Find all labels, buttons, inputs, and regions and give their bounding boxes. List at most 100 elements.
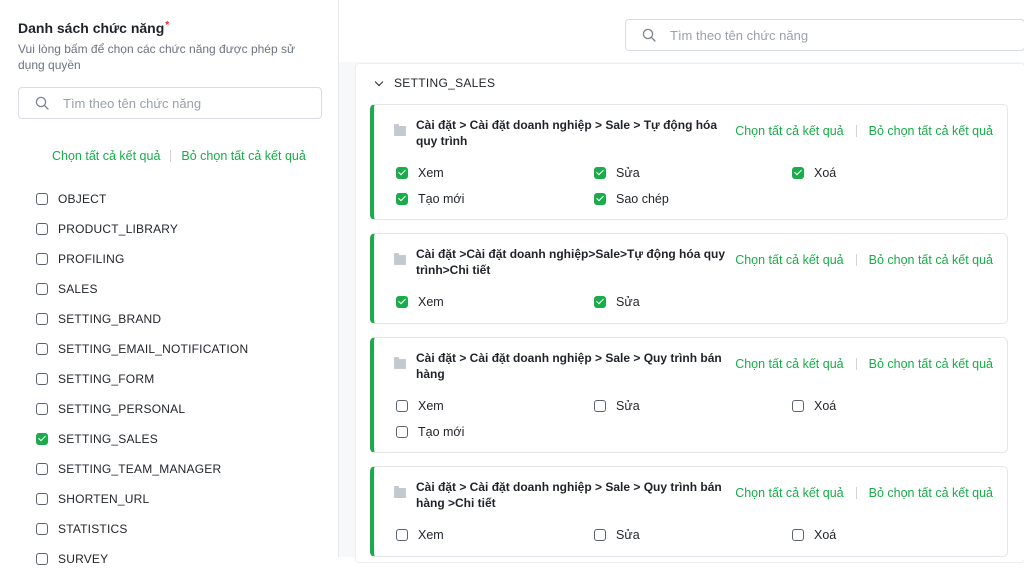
right-search-input[interactable] xyxy=(670,27,989,43)
divider xyxy=(855,254,857,266)
permission-label: Tạo mới xyxy=(418,192,465,206)
function-list: OBJECT PRODUCT_LIBRARY PROFILING SALES SETTI… xyxy=(36,184,248,574)
permission-label: Sửa xyxy=(616,528,640,542)
function-checkbox[interactable] xyxy=(36,403,48,415)
permission-checkbox[interactable] xyxy=(396,167,408,179)
permission-checkbox[interactable] xyxy=(396,296,408,308)
function-list-item[interactable]: SETTING_BRAND xyxy=(36,304,248,334)
permission-checkbox[interactable] xyxy=(396,426,408,438)
permission-label: Xem xyxy=(418,399,444,413)
function-list-panel: Danh sách chức năng* Vui lòng bấm để chọ… xyxy=(0,0,339,566)
permission-option[interactable]: Tạo mới xyxy=(396,192,464,206)
permission-option[interactable]: Sửa xyxy=(594,295,640,309)
permission-checkbox[interactable] xyxy=(594,529,606,541)
permission-checkbox[interactable] xyxy=(594,167,606,179)
folder-icon xyxy=(394,124,406,136)
permission-checkbox[interactable] xyxy=(396,193,408,205)
function-list-item[interactable]: SETTING_PERSONAL xyxy=(36,394,248,424)
permission-option[interactable]: Sao chép xyxy=(594,192,669,206)
card-select-all-link[interactable]: Chọn tất cả kết quả xyxy=(735,253,843,267)
left-search-box[interactable] xyxy=(18,87,322,119)
function-label: SETTING_BRAND xyxy=(58,312,162,326)
permission-option[interactable]: Tạo mới xyxy=(396,425,464,439)
function-list-item[interactable]: SETTING_EMAIL_NOTIFICATION xyxy=(36,334,248,364)
function-checkbox[interactable] xyxy=(36,253,48,265)
card-select-all-link[interactable]: Chọn tất cả kết quả xyxy=(735,357,843,371)
card-select-all-link[interactable]: Chọn tất cả kết quả xyxy=(735,124,843,138)
permission-card: Cài đặt > Cài đặt doanh nghiệp > Sale > … xyxy=(370,104,1008,220)
permission-option[interactable]: Sửa xyxy=(594,399,640,413)
function-list-item[interactable]: PROFILING xyxy=(36,244,248,274)
permission-option[interactable]: Xoá xyxy=(792,528,836,542)
function-checkbox[interactable] xyxy=(36,463,48,475)
permission-checkbox[interactable] xyxy=(396,400,408,412)
function-checkbox[interactable] xyxy=(36,193,48,205)
permission-option[interactable]: Sửa xyxy=(594,166,640,180)
permission-option[interactable]: Xoá xyxy=(792,399,836,413)
chevron-down-icon[interactable] xyxy=(374,77,384,86)
permission-option[interactable]: Xoá xyxy=(792,166,836,180)
right-search-box[interactable] xyxy=(625,19,1024,51)
search-icon xyxy=(35,96,49,110)
function-checkbox[interactable] xyxy=(36,373,48,385)
permission-label: Sao chép xyxy=(616,192,669,206)
left-select-all-link[interactable]: Chọn tất cả kết quả xyxy=(52,149,160,163)
function-checkbox[interactable] xyxy=(36,433,48,445)
permission-option[interactable]: Xem xyxy=(396,399,444,413)
card-deselect-all-link[interactable]: Bỏ chọn tất cả kết quả xyxy=(869,124,993,138)
function-checkbox[interactable] xyxy=(36,313,48,325)
permission-group: SETTING_SALES Cài đặt > Cài đặt doanh ng… xyxy=(355,63,1024,563)
card-select-links: Chọn tất cả kết quả Bỏ chọn tất cả kết qu… xyxy=(735,124,993,138)
group-header[interactable]: SETTING_SALES xyxy=(374,76,495,90)
function-list-item[interactable]: SETTING_FORM xyxy=(36,364,248,394)
permission-card: Cài đặt > Cài đặt doanh nghiệp > Sale > … xyxy=(370,466,1008,557)
function-checkbox[interactable] xyxy=(36,223,48,235)
permission-path: Cài đặt > Cài đặt doanh nghiệp > Sale > … xyxy=(416,480,722,510)
permission-option[interactable]: Xem xyxy=(396,295,444,309)
function-list-item[interactable]: PRODUCT_LIBRARY xyxy=(36,214,248,244)
divider xyxy=(855,125,857,137)
function-label: PRODUCT_LIBRARY xyxy=(58,222,179,236)
permission-label: Tạo mới xyxy=(418,425,465,439)
card-deselect-all-link[interactable]: Bỏ chọn tất cả kết quả xyxy=(869,486,993,500)
permission-option[interactable]: Sửa xyxy=(594,528,640,542)
function-list-item[interactable]: SURVEY xyxy=(36,544,248,574)
left-deselect-all-link[interactable]: Bỏ chọn tất cả kết quả xyxy=(181,149,305,163)
permission-checkbox[interactable] xyxy=(792,167,804,179)
left-search-input[interactable] xyxy=(63,95,305,111)
function-checkbox[interactable] xyxy=(36,523,48,535)
permission-checkbox[interactable] xyxy=(792,529,804,541)
permission-card: Cài đặt >Cài đặt doanh nghiệp>Sale>Tự độ… xyxy=(370,233,1008,324)
function-checkbox[interactable] xyxy=(36,553,48,565)
function-list-item[interactable]: SHORTEN_URL xyxy=(36,484,248,514)
permission-option[interactable]: Xem xyxy=(396,166,444,180)
permission-option[interactable]: Xem xyxy=(396,528,444,542)
function-label: SETTING_FORM xyxy=(58,372,155,386)
permission-checkbox[interactable] xyxy=(396,529,408,541)
function-label: SETTING_TEAM_MANAGER xyxy=(58,462,222,476)
permission-label: Xoá xyxy=(814,528,837,542)
card-select-all-link[interactable]: Chọn tất cả kết quả xyxy=(735,486,843,500)
card-deselect-all-link[interactable]: Bỏ chọn tất cả kết quả xyxy=(869,253,993,267)
function-list-item[interactable]: STATISTICS xyxy=(36,514,248,544)
divider xyxy=(170,150,172,162)
function-list-item[interactable]: OBJECT xyxy=(36,184,248,214)
permission-checkbox[interactable] xyxy=(594,193,606,205)
function-label: STATISTICS xyxy=(58,522,128,536)
permission-checkbox[interactable] xyxy=(792,400,804,412)
function-checkbox[interactable] xyxy=(36,493,48,505)
permission-path: Cài đặt > Cài đặt doanh nghiệp > Sale > … xyxy=(416,118,718,148)
card-deselect-all-link[interactable]: Bỏ chọn tất cả kết quả xyxy=(869,357,993,371)
function-list-title-text: Danh sách chức năng xyxy=(18,20,165,36)
permission-checkbox[interactable] xyxy=(594,296,606,308)
function-list-item[interactable]: SETTING_SALES xyxy=(36,424,248,454)
permission-label: Sửa xyxy=(616,399,640,413)
function-list-item[interactable]: SALES xyxy=(36,274,248,304)
function-checkbox[interactable] xyxy=(36,343,48,355)
function-list-item[interactable]: SETTING_TEAM_MANAGER xyxy=(36,454,248,484)
permission-checkbox[interactable] xyxy=(594,400,606,412)
permission-label: Sửa xyxy=(616,166,640,180)
function-label: SETTING_SALES xyxy=(58,432,158,446)
card-select-links: Chọn tất cả kết quả Bỏ chọn tất cả kết qu… xyxy=(735,253,993,267)
function-checkbox[interactable] xyxy=(36,283,48,295)
